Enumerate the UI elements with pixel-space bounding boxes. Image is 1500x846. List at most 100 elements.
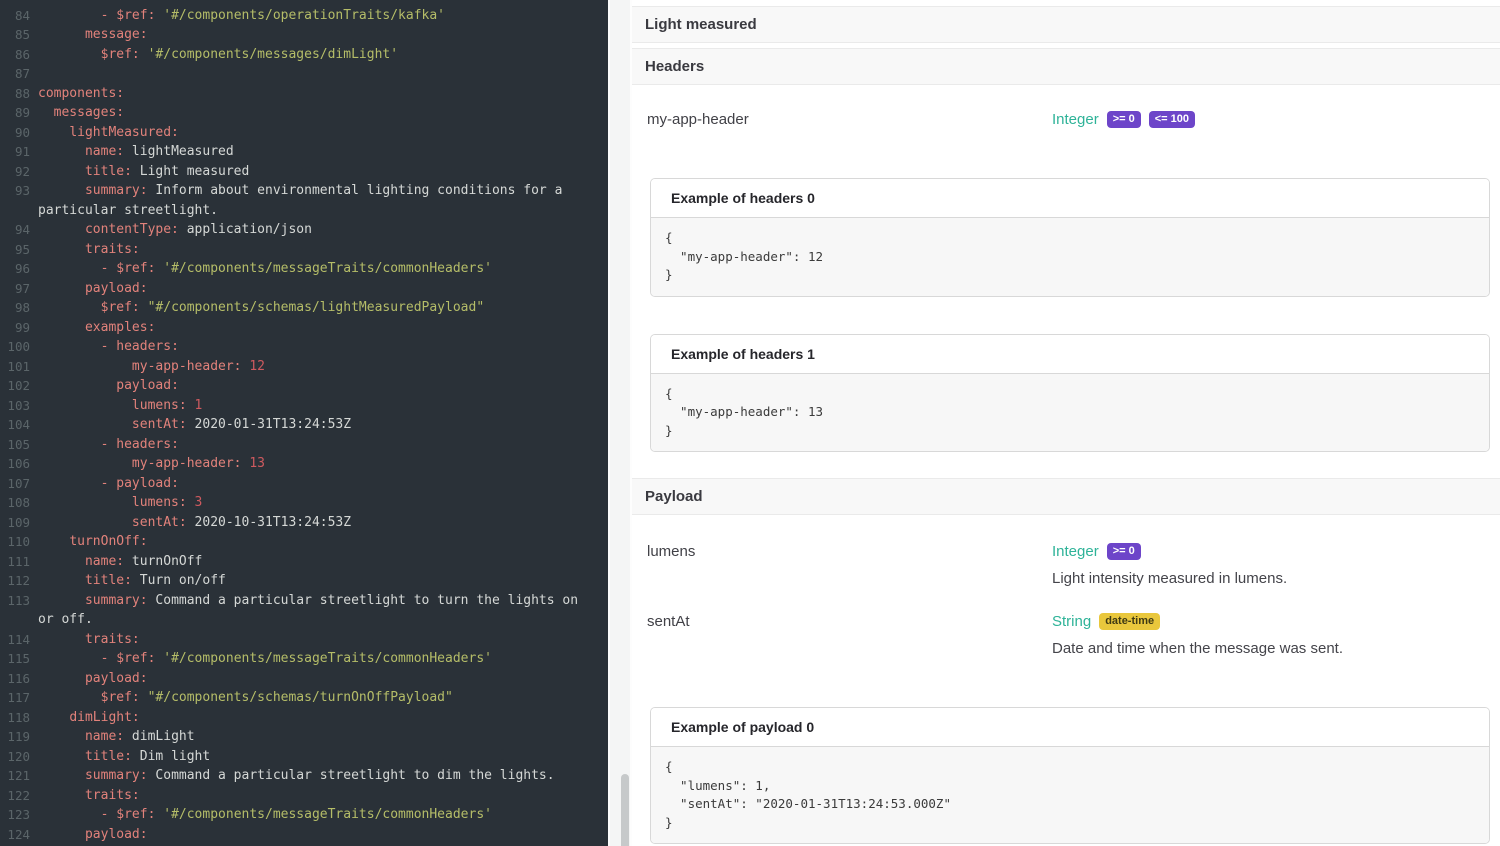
line-number: 105 — [0, 435, 30, 455]
section-header-payload: Payload — [632, 478, 1500, 515]
editor-line[interactable]: 113 summary: Command a particular street… — [0, 591, 608, 611]
line-number: 85 — [0, 25, 30, 45]
editor-code-text: turnOnOff: — [30, 532, 148, 552]
editor-line[interactable]: 99 examples: — [0, 318, 608, 338]
editor-line[interactable]: 107 - payload: — [0, 474, 608, 494]
property-meta: Integer>= 0Light intensity measured in l… — [1052, 543, 1500, 587]
editor-line[interactable]: 112 title: Turn on/off — [0, 571, 608, 591]
section-header-headers: Headers — [632, 48, 1500, 85]
editor-code-text: traits: — [30, 240, 140, 260]
editor-code-text: summary: Inform about environmental ligh… — [30, 181, 562, 201]
editor-line[interactable]: 95 traits: — [0, 240, 608, 260]
editor-line[interactable]: 102 payload: — [0, 376, 608, 396]
editor-line[interactable]: 106 my-app-header: 13 — [0, 454, 608, 474]
example-card-title: Example of payload 0 — [651, 708, 1489, 747]
editor-line[interactable]: 119 name: dimLight — [0, 727, 608, 747]
line-number: 115 — [0, 649, 30, 669]
editor-line[interactable]: 103 lumens: 1 — [0, 396, 608, 416]
editor-line[interactable]: 85 message: — [0, 25, 608, 45]
editor-code-text: $ref: "#/components/schemas/lightMeasure… — [30, 298, 484, 318]
editor-code-text: lumens: 1 — [30, 396, 202, 416]
line-number: 118 — [0, 708, 30, 728]
line-number: 111 — [0, 552, 30, 572]
editor-line[interactable]: 86 $ref: '#/components/messages/dimLight… — [0, 45, 608, 65]
editor-line[interactable]: 105 - headers: — [0, 435, 608, 455]
editor-line[interactable]: 91 name: lightMeasured — [0, 142, 608, 162]
example-card-code: { "lumens": 1, "sentAt": "2020-01-31T13:… — [651, 747, 1489, 843]
editor-line[interactable]: 89 messages: — [0, 103, 608, 123]
property-type-line: Integer>= 0<= 100 — [1052, 111, 1500, 128]
editor-line[interactable]: 109 sentAt: 2020-10-31T13:24:53Z — [0, 513, 608, 533]
editor-line[interactable]: 124 payload: — [0, 825, 608, 845]
message-title-bar: Light measured — [632, 6, 1500, 43]
example-card: Example of headers 1{ "my-app-header": 1… — [650, 334, 1490, 453]
editor-code-text: examples: — [30, 318, 155, 338]
line-number: 112 — [0, 571, 30, 591]
line-number: 121 — [0, 766, 30, 786]
editor-line[interactable]: 117 $ref: "#/components/schemas/turnOnOf… — [0, 688, 608, 708]
pane-divider[interactable] — [608, 0, 632, 846]
editor-line[interactable]: 94 contentType: application/json — [0, 220, 608, 240]
property-description: Light intensity measured in lumens. — [1052, 570, 1500, 587]
editor-line[interactable]: 123 - $ref: '#/components/messageTraits/… — [0, 805, 608, 825]
headers-section-title: Headers — [645, 58, 704, 75]
documentation-preview: Light measured Headers my-app-headerInte… — [632, 0, 1500, 846]
editor-code-text: or off. — [30, 610, 93, 630]
editor-line[interactable]: 87 — [0, 64, 608, 84]
editor-code-text: name: dimLight — [30, 727, 195, 747]
line-number: 108 — [0, 493, 30, 513]
property-name: my-app-header — [647, 111, 1052, 128]
line-number: 92 — [0, 162, 30, 182]
editor-code-text: - payload: — [30, 474, 179, 494]
editor-code-text: - $ref: '#/components/messageTraits/comm… — [30, 805, 492, 825]
example-card-title: Example of headers 0 — [651, 179, 1489, 218]
constraint-badge: <= 100 — [1149, 111, 1195, 128]
editor-line[interactable]: 101 my-app-header: 12 — [0, 357, 608, 377]
editor-line[interactable]: 93 summary: Inform about environmental l… — [0, 181, 608, 201]
editor-line[interactable]: 121 summary: Command a particular street… — [0, 766, 608, 786]
editor-line[interactable]: or off. — [0, 610, 608, 630]
editor-line[interactable]: 108 lumens: 3 — [0, 493, 608, 513]
line-number: 88 — [0, 84, 30, 104]
editor-line[interactable]: 110 turnOnOff: — [0, 532, 608, 552]
editor-line[interactable]: particular streetlight. — [0, 201, 608, 221]
editor-code-text: message: — [30, 25, 148, 45]
editor-code-text: contentType: application/json — [30, 220, 312, 240]
line-number: 96 — [0, 259, 30, 279]
asyncapi-studio: 83 traits:84 - $ref: '#/components/opera… — [0, 0, 1500, 846]
yaml-code-editor[interactable]: 83 traits:84 - $ref: '#/components/opera… — [0, 0, 608, 846]
line-number: 101 — [0, 357, 30, 377]
editor-line[interactable]: 84 - $ref: '#/components/operationTraits… — [0, 6, 608, 26]
scrollbar-thumb[interactable] — [621, 774, 629, 846]
line-number — [0, 201, 30, 221]
property-row: my-app-headerInteger>= 0<= 100 — [632, 111, 1500, 128]
editor-code-text: messages: — [30, 103, 124, 123]
editor-line[interactable]: 88components: — [0, 84, 608, 104]
editor-line[interactable]: 104 sentAt: 2020-01-31T13:24:53Z — [0, 415, 608, 435]
editor-code-text: lightMeasured: — [30, 123, 179, 143]
editor-line[interactable]: 122 traits: — [0, 786, 608, 806]
line-number: 124 — [0, 825, 30, 845]
editor-code-text: - headers: — [30, 337, 179, 357]
editor-code-text: lumens: 3 — [30, 493, 202, 513]
editor-line[interactable]: 98 $ref: "#/components/schemas/lightMeas… — [0, 298, 608, 318]
editor-line[interactable]: 96 - $ref: '#/components/messageTraits/c… — [0, 259, 608, 279]
editor-line[interactable]: 116 payload: — [0, 669, 608, 689]
editor-line[interactable]: 120 title: Dim light — [0, 747, 608, 767]
property-row: sentAtStringdate-timeDate and time when … — [632, 613, 1500, 657]
editor-line[interactable]: 92 title: Light measured — [0, 162, 608, 182]
editor-line[interactable]: 100 - headers: — [0, 337, 608, 357]
line-number: 84 — [0, 6, 30, 26]
line-number: 93 — [0, 181, 30, 201]
editor-line[interactable]: 115 - $ref: '#/components/messageTraits/… — [0, 649, 608, 669]
editor-code-text: $ref: '#/components/messages/dimLight' — [30, 45, 398, 65]
property-name: lumens — [647, 543, 1052, 587]
editor-line[interactable]: 114 traits: — [0, 630, 608, 650]
editor-line[interactable]: 111 name: turnOnOff — [0, 552, 608, 572]
editor-line[interactable]: 97 payload: — [0, 279, 608, 299]
editor-line[interactable]: 118 dimLight: — [0, 708, 608, 728]
constraint-badge: >= 0 — [1107, 543, 1141, 560]
editor-line[interactable]: 90 lightMeasured: — [0, 123, 608, 143]
property-row: lumensInteger>= 0Light intensity measure… — [632, 543, 1500, 587]
line-number: 109 — [0, 513, 30, 533]
